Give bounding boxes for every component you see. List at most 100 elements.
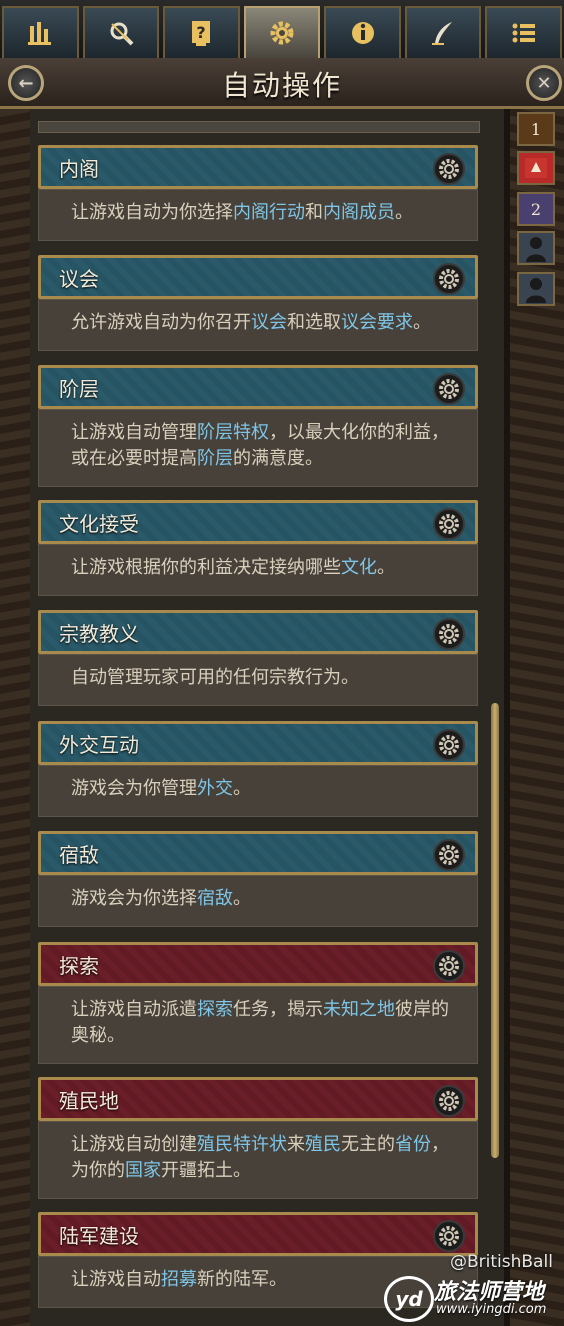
portrait-silhouette-icon — [526, 237, 546, 262]
highlighted-term-link[interactable]: 殖民 — [305, 1134, 341, 1155]
automation-item-header[interactable]: 文化接受 — [38, 500, 478, 544]
description-text: 开疆拓土。 — [161, 1160, 251, 1181]
tab-search[interactable] — [82, 6, 160, 58]
automation-item-title: 阶层 — [59, 376, 99, 401]
settings-gear-button[interactable] — [433, 1085, 465, 1117]
badge-number: 1 — [530, 119, 542, 139]
description-text: 任务，揭示 — [233, 999, 323, 1020]
flag-icon — [525, 158, 547, 178]
description-text: 。 — [233, 888, 251, 909]
automation-item-title: 文化接受 — [59, 511, 139, 536]
left-frame — [0, 109, 33, 1326]
settings-gear-button[interactable] — [433, 153, 465, 185]
page-title: 自动操作 — [221, 69, 342, 102]
automation-item-header[interactable]: 宿敌 — [38, 831, 478, 875]
highlighted-term-link[interactable]: 阶层特权 — [197, 422, 269, 443]
automation-item-title: 议会 — [59, 266, 99, 291]
automation-item-title: 宗教教义 — [59, 621, 139, 646]
description-text: 来 — [287, 1134, 305, 1155]
settings-gear-button[interactable] — [433, 508, 465, 540]
highlighted-term-link[interactable]: 探索 — [197, 999, 233, 1020]
gear-icon — [439, 735, 459, 755]
description-text: 游戏会为你管理 — [71, 778, 197, 799]
watermark-site-url: www.iyingdi.com — [436, 1302, 547, 1317]
automation-item-title: 殖民地 — [59, 1088, 119, 1113]
description-text: 和选取 — [287, 312, 341, 333]
divider — [38, 121, 480, 133]
settings-gear-button[interactable] — [433, 729, 465, 761]
automation-item-header[interactable]: 外交互动 — [38, 721, 478, 765]
highlighted-term-link[interactable]: 宿敌 — [197, 888, 233, 909]
description-text: 自动管理玩家可用的任何宗教行为。 — [71, 667, 359, 688]
automation-item-header[interactable]: 探索 — [38, 942, 478, 986]
description-text: 允许游戏自动为你召开 — [71, 312, 251, 333]
svg-text:?: ? — [197, 23, 206, 42]
automation-item-header[interactable]: 陆军建设 — [38, 1212, 478, 1256]
automation-item-description: 自动管理玩家可用的任何宗教行为。 — [38, 654, 478, 706]
gear-icon — [439, 514, 459, 534]
tab-statistics[interactable] — [2, 6, 79, 58]
settings-gear-button[interactable] — [433, 950, 465, 982]
side-portrait-1[interactable] — [517, 231, 555, 265]
tab-outliner[interactable] — [485, 6, 563, 58]
automation-item-title: 探索 — [59, 953, 99, 978]
gear-icon — [439, 956, 459, 976]
highlighted-term-link[interactable]: 议会 — [251, 312, 287, 333]
automation-item-header[interactable]: 阶层 — [38, 365, 478, 409]
close-button[interactable]: ✕ — [526, 65, 562, 101]
highlighted-term-link[interactable]: 外交 — [197, 778, 233, 799]
list-icon — [512, 23, 535, 43]
description-text: 和 — [305, 202, 323, 223]
description-text: 。 — [377, 557, 395, 578]
automation-item-description: 允许游戏自动为你召开议会和选取议会要求。 — [38, 299, 478, 351]
highlighted-term-link[interactable]: 省份 — [395, 1134, 431, 1155]
automation-item-title: 宿敌 — [59, 842, 99, 867]
settings-gear-button[interactable] — [433, 263, 465, 295]
automation-item-description: 游戏会为你选择宿敌。 — [38, 875, 478, 927]
automation-item-description: 让游戏自动派遣探索任务，揭示未知之地彼岸的奥秘。 — [38, 986, 478, 1064]
highlighted-term-link[interactable]: 内阁成员 — [323, 202, 395, 223]
automation-item-header[interactable]: 宗教教义 — [38, 610, 478, 654]
highlighted-term-link[interactable]: 招募 — [161, 1269, 197, 1290]
portrait-silhouette-icon — [526, 278, 546, 303]
automation-item-description: 让游戏根据你的利益决定接纳哪些文化。 — [38, 544, 478, 596]
top-tab-bar: ? — [0, 0, 564, 60]
tab-ledger[interactable] — [404, 6, 482, 58]
gear-icon — [439, 1091, 459, 1111]
highlighted-term-link[interactable]: 内阁行动 — [233, 202, 305, 223]
highlighted-term-link[interactable]: 国家 — [125, 1160, 161, 1181]
automation-item-header[interactable]: 议会 — [38, 255, 478, 299]
settings-gear-button[interactable] — [433, 1220, 465, 1252]
automation-item-title: 内阁 — [59, 156, 99, 181]
watermark-logo: yd — [384, 1276, 434, 1322]
side-badge-1[interactable]: 1 — [517, 112, 555, 146]
description-text: 让游戏根据你的利益决定接纳哪些 — [71, 557, 341, 578]
side-flag[interactable] — [517, 151, 555, 185]
automation-item-header[interactable]: 殖民地 — [38, 1077, 478, 1121]
gear-icon — [439, 624, 459, 644]
side-portrait-2[interactable] — [517, 272, 555, 306]
tab-info[interactable] — [324, 6, 401, 58]
automation-item-description: 游戏会为你管理外交。 — [38, 765, 478, 817]
badge-number: 2 — [530, 199, 542, 219]
tab-automation[interactable] — [243, 6, 321, 58]
highlighted-term-link[interactable]: 阶层 — [197, 448, 233, 469]
settings-gear-button[interactable] — [433, 839, 465, 871]
automation-item-title: 陆军建设 — [59, 1223, 139, 1248]
highlighted-term-link[interactable]: 议会要求 — [341, 312, 413, 333]
highlighted-term-link[interactable]: 文化 — [341, 557, 377, 578]
settings-gear-button[interactable] — [433, 618, 465, 650]
highlighted-term-link[interactable]: 殖民特许状 — [197, 1134, 287, 1155]
automation-item-description: 让游戏自动为你选择内阁行动和内阁成员。 — [38, 189, 478, 241]
tab-help[interactable]: ? — [163, 6, 240, 58]
settings-gear-button[interactable] — [433, 373, 465, 405]
automation-item-header[interactable]: 内阁 — [38, 145, 478, 189]
description-text: 让游戏自动 — [71, 1269, 161, 1290]
scrollbar[interactable] — [491, 703, 499, 1158]
close-icon: ✕ — [536, 72, 552, 94]
automation-item-title: 外交互动 — [59, 732, 139, 757]
side-badge-2[interactable]: 2 — [517, 192, 555, 226]
description-text: 让游戏自动为你选择 — [71, 202, 233, 223]
description-text: 游戏会为你选择 — [71, 888, 197, 909]
highlighted-term-link[interactable]: 未知之地 — [323, 999, 395, 1020]
